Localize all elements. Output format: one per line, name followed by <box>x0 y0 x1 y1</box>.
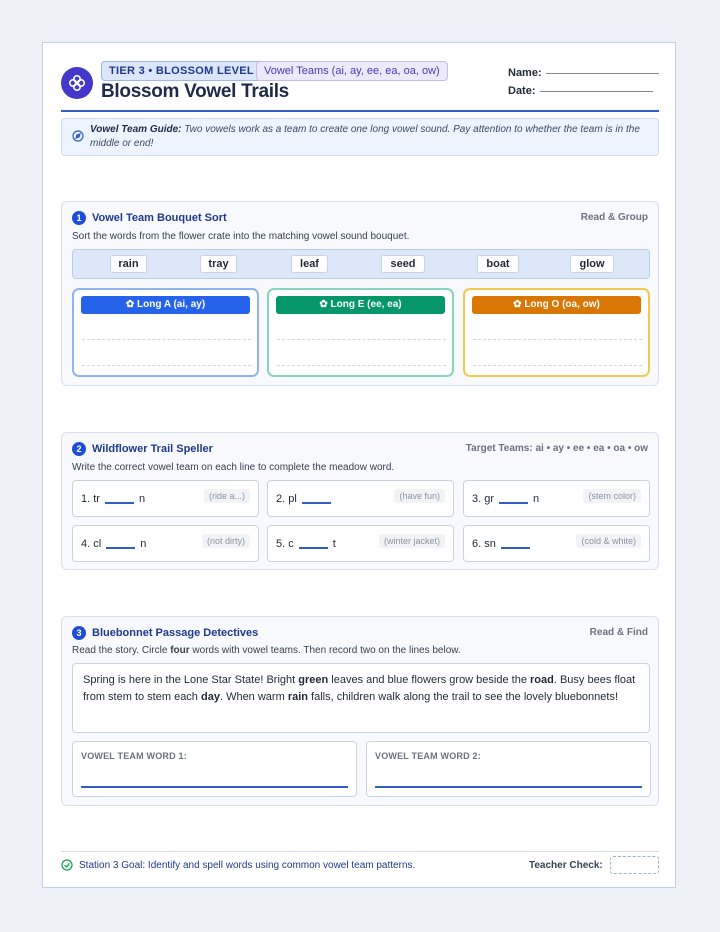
passage-text: Spring is here in the Lone Star State! B… <box>83 674 299 686</box>
answer-line[interactable] <box>301 501 331 504</box>
flower-icon: ✿ <box>125 299 137 310</box>
word-chip[interactable]: glow <box>570 255 614 273</box>
footer-divider <box>61 851 659 852</box>
passage-text: falls, children walk along the trail to … <box>308 691 619 703</box>
bouquet-header: ✿ Long O (oa, ow) <box>472 296 641 314</box>
flower-logo-icon <box>61 67 93 99</box>
worksheet: TIER 3 • BLOSSOM LEVEL Vowel Teams (ai, … <box>42 42 676 888</box>
teacher-check-label: Teacher Check: <box>529 860 603 871</box>
spell-item: 6. sn (cold & white) <box>463 525 650 562</box>
spell-item: 4. cl n (not dirty) <box>72 525 259 562</box>
section-number: 3 <box>72 626 86 640</box>
bouquet-header: ✿ Long A (ai, ay) <box>81 296 250 314</box>
section-mode: Read & Find <box>589 627 648 638</box>
answer-line[interactable] <box>106 546 136 549</box>
hint: (ride a...) <box>203 489 250 503</box>
section-instruction: Write the correct vowel team on each lin… <box>72 462 395 473</box>
hint: (stem color) <box>583 489 641 503</box>
hint: (not dirty) <box>201 534 250 548</box>
section-number: 1 <box>72 211 86 225</box>
section-instruction: Read the story. Circle four words with v… <box>72 645 461 656</box>
hint: (have fun) <box>394 489 445 503</box>
bouquet-long-e[interactable]: ✿ Long E (ee, ea) <box>267 288 454 377</box>
target-teams: Target Teams: ai • ay • ee • ea • oa • o… <box>465 443 648 454</box>
write-line[interactable] <box>82 339 251 340</box>
highlight-word[interactable]: road <box>530 674 554 686</box>
answer-line[interactable] <box>298 546 328 549</box>
guide-label: Vowel Team Guide: <box>90 124 182 135</box>
record-label: VOWEL TEAM WORD 1: <box>81 751 187 761</box>
answer-line[interactable] <box>499 501 529 504</box>
check-circle-icon <box>61 858 73 876</box>
spell-item: 2. pl (have fun) <box>267 480 454 517</box>
answer-line[interactable] <box>500 546 530 549</box>
section-bouquet-sort: 1 Vowel Team Bouquet Sort Read & Group S… <box>61 201 659 386</box>
passage-text: . When warm <box>219 691 288 703</box>
highlight-word[interactable]: green <box>298 674 328 686</box>
flower-crate: rain tray leaf seed boat glow <box>72 249 650 279</box>
flower-icon: ✿ <box>513 299 525 310</box>
record-box-1: VOWEL TEAM WORD 1: <box>72 741 357 797</box>
spell-item: 5. ct (winter jacket) <box>267 525 454 562</box>
bouquet-long-a[interactable]: ✿ Long A (ai, ay) <box>72 288 259 377</box>
section-instruction: Sort the words from the flower crate int… <box>72 231 410 242</box>
vowel-team-guide: Vowel Team Guide: Two vowels work as a t… <box>61 118 659 156</box>
section-title: Wildflower Trail Speller <box>92 443 213 455</box>
section-passage-detectives: 3 Bluebonnet Passage Detectives Read & F… <box>61 616 659 806</box>
write-line[interactable] <box>473 339 642 340</box>
answer-line[interactable] <box>104 501 134 504</box>
passage-text: leaves and blue flowers grow beside the <box>328 674 531 686</box>
write-line[interactable] <box>473 365 642 366</box>
section-mode: Read & Group <box>580 212 648 223</box>
spell-item: 1. tr n (ride a...) <box>72 480 259 517</box>
name-label: Name: <box>508 67 542 79</box>
record-line[interactable] <box>81 786 348 788</box>
date-line[interactable] <box>540 91 653 92</box>
story-passage: Spring is here in the Lone Star State! B… <box>72 663 650 733</box>
bouquet-long-o[interactable]: ✿ Long O (oa, ow) <box>463 288 650 377</box>
date-label: Date: <box>508 85 536 97</box>
name-line[interactable] <box>546 73 659 74</box>
record-box-2: VOWEL TEAM WORD 2: <box>366 741 651 797</box>
section-number: 2 <box>72 442 86 456</box>
bouquet-header: ✿ Long E (ee, ea) <box>276 296 445 314</box>
hint: (cold & white) <box>576 534 641 548</box>
record-label: VOWEL TEAM WORD 2: <box>375 751 481 761</box>
flower-icon: ✿ <box>319 299 331 310</box>
highlight-word[interactable]: rain <box>288 691 308 703</box>
word-chip[interactable]: rain <box>110 255 147 273</box>
word-chip[interactable]: boat <box>477 255 519 273</box>
teacher-check-box[interactable] <box>610 856 659 874</box>
word-chip[interactable]: leaf <box>291 255 328 273</box>
hint: (winter jacket) <box>378 534 445 548</box>
word-chip[interactable]: seed <box>381 255 425 273</box>
station-goal: Station 3 Goal: Identify and spell words… <box>79 860 416 871</box>
highlight-word[interactable]: day <box>201 691 220 703</box>
section-trail-speller: 2 Wildflower Trail Speller Target Teams:… <box>61 432 659 570</box>
vowel-teams-badge: Vowel Teams (ai, ay, ee, ea, oa, ow) <box>256 61 448 81</box>
record-line[interactable] <box>375 786 642 788</box>
section-title: Vowel Team Bouquet Sort <box>92 212 227 224</box>
page-title: Blossom Vowel Trails <box>101 81 289 102</box>
write-line[interactable] <box>277 365 446 366</box>
write-line[interactable] <box>277 339 446 340</box>
spell-item: 3. gr n (stem color) <box>463 480 650 517</box>
tier-badge: TIER 3 • BLOSSOM LEVEL <box>101 61 262 81</box>
header-divider <box>61 110 659 112</box>
write-line[interactable] <box>82 365 251 366</box>
word-chip[interactable]: tray <box>200 255 237 273</box>
compass-icon <box>72 130 84 147</box>
section-title: Bluebonnet Passage Detectives <box>92 627 259 639</box>
